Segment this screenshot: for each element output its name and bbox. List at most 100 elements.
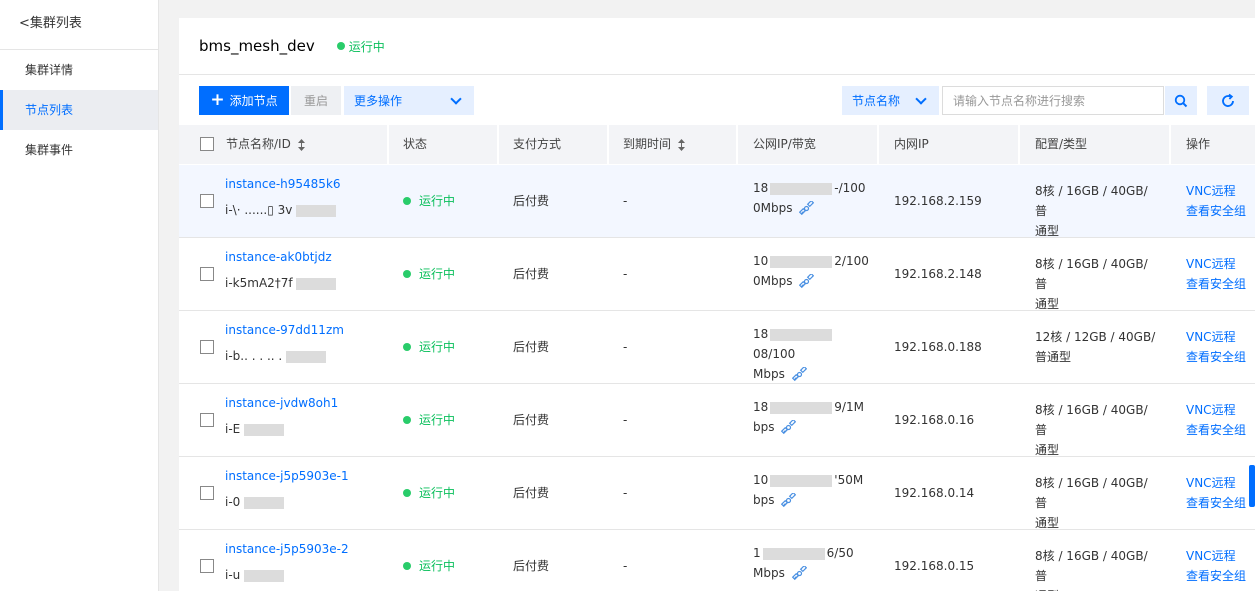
- view-security-group-link[interactable]: 查看安全组: [1186, 274, 1246, 294]
- sidebar-item-cluster-detail[interactable]: 集群详情: [0, 50, 158, 90]
- private-ip: 192.168.0.14: [894, 486, 975, 500]
- column-separator: [736, 125, 738, 164]
- vnc-remote-link[interactable]: VNC远程: [1186, 473, 1236, 493]
- vnc-remote-link[interactable]: VNC远程: [1186, 181, 1236, 201]
- status-dot-icon: [403, 562, 411, 570]
- chevron-down-icon: [450, 92, 462, 105]
- config-type: 8核 / 16GB / 40GB/ 普 通型: [1035, 184, 1148, 238]
- table-row: instance-jvdw8oh1 i-E 运行中 后付费 - 18 9/1M b…: [179, 384, 1255, 457]
- satellite-icon: [781, 493, 797, 508]
- column-separator: [877, 125, 879, 164]
- expire-time: -: [623, 267, 628, 281]
- refresh-icon: [1222, 93, 1234, 107]
- status-dot-icon: [403, 489, 411, 497]
- status-dot-icon: [403, 416, 411, 424]
- scrollbar-thumb[interactable]: [1249, 465, 1255, 507]
- expire-time: -: [623, 194, 628, 208]
- vnc-remote-link[interactable]: VNC远程: [1186, 327, 1236, 347]
- table-row: instance-j5p5903e-2 i-u 运行中 后付费 - 1 6/50 …: [179, 530, 1255, 591]
- node-status: 运行中: [403, 410, 455, 430]
- column-header-config: 配置/类型: [1035, 137, 1088, 151]
- row-checkbox[interactable]: [200, 413, 214, 427]
- public-ip: 1 6/50 Mbps: [753, 546, 854, 581]
- row-checkbox[interactable]: [200, 486, 214, 500]
- view-security-group-link[interactable]: 查看安全组: [1186, 493, 1246, 513]
- view-security-group-link[interactable]: 查看安全组: [1186, 201, 1246, 221]
- row-checkbox[interactable]: [200, 267, 214, 281]
- satellite-icon: [799, 274, 815, 289]
- node-name-link[interactable]: instance-j5p5903e-2: [225, 539, 349, 559]
- node-status: 运行中: [403, 191, 455, 211]
- redacted-mask: [770, 182, 833, 195]
- search-icon: [1174, 94, 1188, 107]
- config-type: 8核 / 16GB / 40GB/ 普 通型: [1035, 257, 1148, 311]
- table-row: instance-97dd11zm i-b.. . . .. . 运行中 后付费…: [179, 311, 1255, 384]
- public-ip: 10'50M bps: [753, 473, 864, 508]
- payment-method: 后付费: [513, 194, 550, 208]
- config-type: 8核 / 16GB / 40GB/ 普 通型: [1035, 549, 1148, 591]
- redacted-mask: [296, 277, 337, 290]
- select-all-checkbox[interactable]: [200, 137, 214, 151]
- node-name-link[interactable]: instance-97dd11zm: [225, 320, 344, 340]
- public-ip: 18 -/100 0Mbps: [753, 181, 866, 216]
- add-node-button[interactable]: + 添加节点: [199, 86, 289, 115]
- search-field-select[interactable]: 节点名称: [842, 86, 939, 115]
- sidebar-item-cluster-events[interactable]: 集群事件: [0, 130, 158, 170]
- node-name-link[interactable]: instance-ak0btjdz: [225, 247, 332, 267]
- redacted-mask: [244, 569, 285, 582]
- status-dot-icon: [403, 270, 411, 278]
- table-header: 节点名称/ID 状态 支付方式 到期时间 公网IP/带宽 内网IP 配置/类型 …: [179, 125, 1255, 164]
- node-id: i-E: [225, 419, 285, 439]
- column-header-name[interactable]: 节点名称/ID: [226, 125, 305, 164]
- back-to-cluster-list-link[interactable]: <集群列表: [0, 0, 158, 50]
- vnc-remote-link[interactable]: VNC远程: [1186, 546, 1236, 566]
- payment-method: 后付费: [513, 267, 550, 281]
- view-security-group-link[interactable]: 查看安全组: [1186, 566, 1246, 586]
- restart-button[interactable]: 重启: [291, 86, 341, 115]
- search-button[interactable]: [1165, 86, 1197, 115]
- sort-icon: [677, 138, 685, 151]
- node-name-link[interactable]: instance-jvdw8oh1: [225, 393, 338, 413]
- view-security-group-link[interactable]: 查看安全组: [1186, 420, 1246, 440]
- more-actions-dropdown[interactable]: 更多操作: [344, 86, 474, 115]
- sidebar-item-node-list[interactable]: 节点列表: [0, 90, 158, 130]
- redacted-mask: [244, 423, 285, 436]
- row-checkbox[interactable]: [200, 194, 214, 208]
- node-name-link[interactable]: instance-j5p5903e-1: [225, 466, 349, 486]
- cluster-status-badge: 运行中: [336, 38, 385, 55]
- node-name-link[interactable]: instance-h95485k6: [225, 174, 341, 194]
- redacted-mask: [762, 547, 825, 560]
- expire-time: -: [623, 486, 628, 500]
- payment-method: 后付费: [513, 559, 550, 573]
- column-header-expire[interactable]: 到期时间: [623, 125, 685, 164]
- column-header-private-ip: 内网IP: [894, 137, 929, 151]
- node-status: 运行中: [403, 264, 455, 284]
- status-dot-icon: [403, 343, 411, 351]
- row-checkbox[interactable]: [200, 559, 214, 573]
- satellite-icon: [799, 201, 815, 216]
- refresh-button[interactable]: [1207, 86, 1249, 115]
- column-separator: [607, 125, 609, 164]
- column-separator: [1169, 125, 1171, 164]
- column-header-public-ip: 公网IP/带宽: [753, 137, 816, 151]
- redacted-mask: [770, 474, 833, 487]
- vnc-remote-link[interactable]: VNC远程: [1186, 254, 1236, 274]
- table-row: instance-ak0btjdz i-k5mA2†7f 运行中 后付费 - 1…: [179, 238, 1255, 311]
- node-status: 运行中: [403, 483, 455, 503]
- search-input[interactable]: [942, 86, 1164, 115]
- row-checkbox[interactable]: [200, 340, 214, 354]
- node-id: i-0: [225, 492, 285, 512]
- vnc-remote-link[interactable]: VNC远程: [1186, 400, 1236, 420]
- node-status: 运行中: [403, 556, 455, 576]
- expire-time: -: [623, 413, 628, 427]
- private-ip: 192.168.0.16: [894, 413, 975, 427]
- public-ip: 1808/100 Mbps: [753, 324, 873, 384]
- satellite-icon: [791, 566, 807, 581]
- view-security-group-link[interactable]: 查看安全组: [1186, 347, 1246, 367]
- node-id: i-\· ......▯ 3v: [225, 200, 337, 220]
- private-ip: 192.168.2.159: [894, 194, 982, 208]
- main-panel: bms_mesh_dev 运行中 + 添加节点 重启 更多操作 节点名称 请输入…: [179, 18, 1255, 591]
- expire-time: -: [623, 340, 628, 354]
- public-ip: 18 9/1M bps: [753, 400, 864, 435]
- public-ip: 10 2/100 0Mbps: [753, 254, 869, 289]
